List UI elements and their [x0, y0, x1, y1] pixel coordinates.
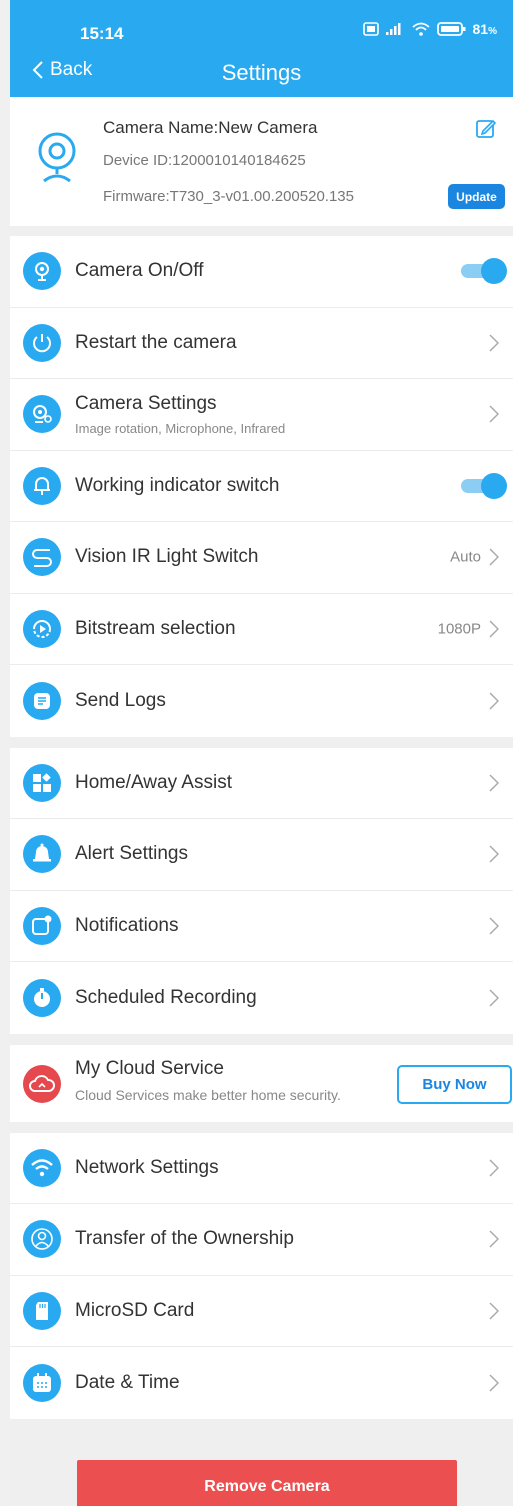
- chevron-right-icon: [489, 334, 499, 352]
- notifications-label: Notifications: [75, 914, 179, 936]
- scheduled-recording-row[interactable]: Scheduled Recording: [10, 962, 513, 1034]
- working-indicator-label: Working indicator switch: [75, 474, 280, 496]
- transfer-ownership-label: Transfer of the Ownership: [75, 1228, 294, 1250]
- document-icon: [23, 681, 61, 720]
- ir-light-label: Vision IR Light Switch: [75, 546, 259, 568]
- alarm-bell-icon: [23, 835, 61, 874]
- calendar-icon: [23, 1363, 61, 1402]
- signal-icon: [385, 23, 401, 35]
- cloud-icon: [23, 1064, 61, 1103]
- camera-onoff-label: Camera On/Off: [75, 260, 204, 282]
- play-circle-icon: [23, 609, 61, 648]
- cloud-service-row[interactable]: My Cloud Service Cloud Services make bet…: [10, 1044, 513, 1122]
- camera-onoff-row[interactable]: Camera On/Off: [10, 236, 513, 308]
- home-away-label: Home/Away Assist: [75, 771, 232, 793]
- nav-bar: Back Settings: [10, 55, 513, 97]
- bitstream-value: 1080P: [437, 620, 481, 638]
- camera-settings-row[interactable]: Camera Settings Image rotation, Micropho…: [10, 379, 513, 451]
- camera-card: Camera Name:New Camera Device ID:1200010…: [10, 97, 513, 226]
- remove-camera-button[interactable]: Remove Camera: [77, 1459, 457, 1506]
- timer-icon: [23, 978, 61, 1017]
- transfer-ownership-row[interactable]: Transfer of the Ownership: [10, 1204, 513, 1276]
- cloud-service-subtitle: Cloud Services make better home security…: [75, 1086, 341, 1103]
- device-settings-group: Camera On/Off Restart the camera Camera …: [10, 236, 513, 737]
- update-button[interactable]: Update: [448, 184, 505, 209]
- notification-icon: [23, 906, 61, 945]
- camera-settings-sub: Image rotation, Microphone, Infrared: [75, 421, 286, 436]
- status-bar: 15:14 81%: [10, 0, 513, 55]
- buy-now-button[interactable]: Buy Now: [397, 1064, 512, 1104]
- chevron-right-icon: [489, 405, 499, 423]
- notifications-row[interactable]: Notifications: [10, 891, 513, 962]
- device-id: Device ID:1200010140184625: [103, 152, 306, 169]
- sd-card-icon: [23, 1291, 61, 1330]
- chevron-right-icon: [489, 1159, 499, 1177]
- chevron-right-icon: [489, 1302, 499, 1320]
- alert-settings-label: Alert Settings: [75, 843, 188, 865]
- network-settings-label: Network Settings: [75, 1156, 219, 1178]
- edit-name-button[interactable]: [475, 117, 497, 144]
- wifi-icon: [23, 1148, 61, 1187]
- user-transfer-icon: [23, 1220, 61, 1259]
- microsd-card-row[interactable]: MicroSD Card: [10, 1276, 513, 1347]
- chevron-right-icon: [489, 774, 499, 792]
- camera-settings-icon: [23, 395, 61, 434]
- camera-name: Camera Name:New Camera: [103, 118, 318, 137]
- volte-icon: [362, 22, 379, 36]
- working-indicator-row[interactable]: Working indicator switch: [10, 451, 513, 522]
- camera-settings-label: Camera Settings: [75, 393, 217, 414]
- ir-light-value: Auto: [450, 548, 481, 566]
- alerts-group: Home/Away Assist Alert Settings Notifica…: [10, 747, 513, 1034]
- chevron-right-icon: [489, 845, 499, 863]
- chevron-right-icon: [489, 917, 499, 935]
- bitstream-row[interactable]: Bitstream selection 1080P: [10, 594, 513, 665]
- chevron-right-icon: [489, 692, 499, 710]
- chevron-right-icon: [489, 1230, 499, 1248]
- restart-camera-label: Restart the camera: [75, 331, 237, 353]
- battery-percent: 81%: [472, 21, 497, 37]
- footer: Remove Camera: [10, 1429, 513, 1506]
- camera-onoff-toggle[interactable]: [461, 258, 507, 285]
- top-bar: 15:14 81% Back Settings: [10, 0, 513, 97]
- page-title: Settings: [221, 60, 302, 85]
- widgets-icon: [23, 763, 61, 802]
- working-indicator-toggle[interactable]: [461, 472, 507, 499]
- ir-light-row[interactable]: Vision IR Light Switch Auto: [10, 522, 513, 594]
- chevron-right-icon: [489, 1374, 499, 1392]
- home-away-row[interactable]: Home/Away Assist: [10, 748, 513, 819]
- date-time-label: Date & Time: [75, 1371, 180, 1393]
- status-time: 15:14: [80, 24, 124, 43]
- battery-icon: [436, 22, 466, 36]
- cloud-service-title: My Cloud Service: [75, 1057, 224, 1079]
- bell-icon: [23, 466, 61, 505]
- alert-settings-row[interactable]: Alert Settings: [10, 819, 513, 891]
- microsd-card-label: MicroSD Card: [75, 1299, 195, 1321]
- app-frame: 15:14 81% Back Settings Camera Name:New …: [10, 0, 513, 1506]
- restart-camera-row[interactable]: Restart the camera: [10, 308, 513, 379]
- power-icon: [23, 323, 61, 362]
- status-icons: 81%: [362, 21, 497, 37]
- ir-light-icon: [23, 538, 61, 577]
- wifi-icon: [411, 22, 430, 36]
- send-logs-label: Send Logs: [75, 689, 166, 711]
- chevron-right-icon: [489, 620, 499, 638]
- scheduled-recording-label: Scheduled Recording: [75, 986, 257, 1008]
- bitstream-label: Bitstream selection: [75, 617, 236, 639]
- send-logs-row[interactable]: Send Logs: [10, 665, 513, 737]
- system-group: Network Settings Transfer of the Ownersh…: [10, 1132, 513, 1419]
- chevron-right-icon: [489, 548, 499, 566]
- webcam-icon: [23, 252, 61, 291]
- camera-icon: [32, 129, 82, 190]
- chevron-right-icon: [489, 989, 499, 1007]
- firmware-version: Firmware:T730_3-v01.00.200520.135: [103, 188, 354, 205]
- network-settings-row[interactable]: Network Settings: [10, 1133, 513, 1204]
- date-time-row[interactable]: Date & Time: [10, 1347, 513, 1419]
- edit-icon: [476, 119, 497, 138]
